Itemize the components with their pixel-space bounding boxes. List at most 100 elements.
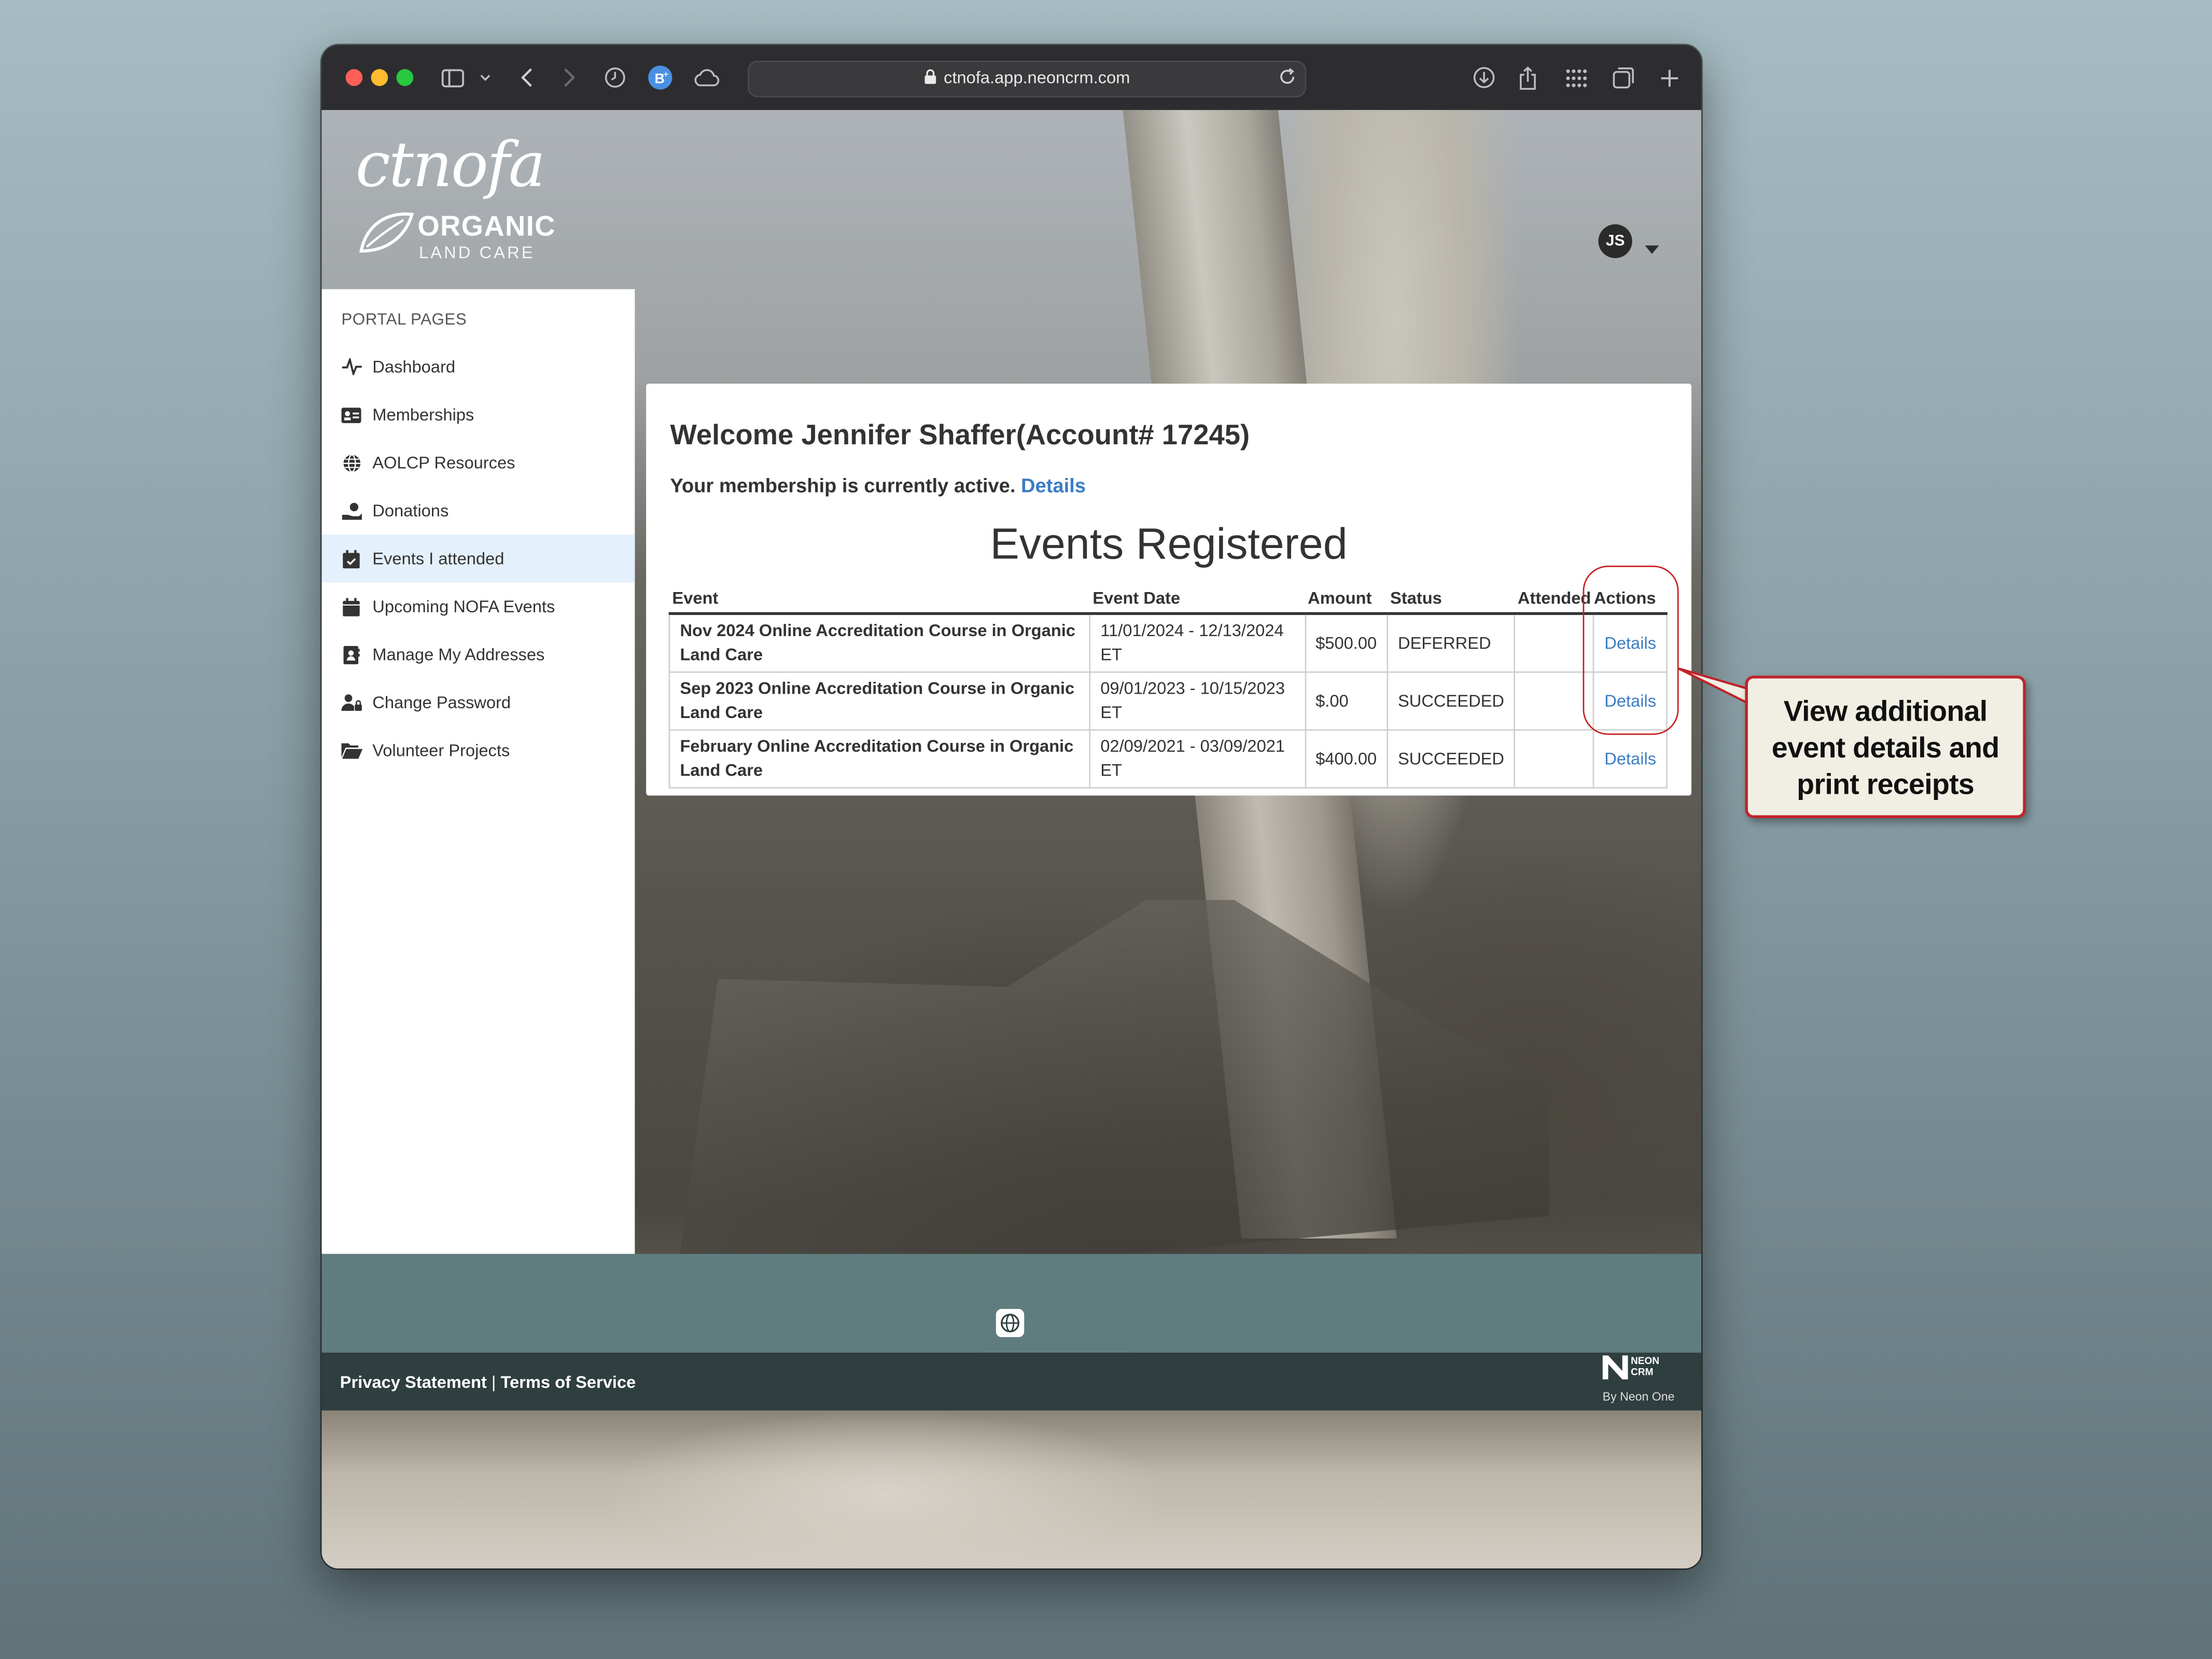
privacy-statement-link[interactable]: Privacy Statement [340,1372,487,1392]
minimize-window-button[interactable] [371,69,388,86]
membership-status: Your membership is currently active. Det… [670,474,1086,497]
logo-organic: ORGANIC [417,212,556,243]
history-icon[interactable] [603,62,628,93]
events-panel: Welcome Jennifer Shaffer(Account# 17245)… [646,384,1692,796]
welcome-heading: Welcome Jennifer Shaffer(Account# 17245) [670,420,1250,452]
address-book-icon [340,645,363,664]
sidebar-item-events-attended[interactable]: Events I attended [321,535,635,583]
column-header-amount: Amount [1305,585,1388,615]
table-row: Sep 2023 Online Accreditation Course in … [668,671,1668,731]
neon-logo-icon [1602,1355,1628,1387]
column-header-status: Status [1387,585,1515,615]
event-amount: $.00 [1304,671,1388,731]
callout-text: View additional event details and print … [1771,695,1999,802]
sidebar-item-manage-addresses[interactable]: Manage My Addresses [321,630,635,679]
sidebar-item-label: Volunteer Projects [372,740,510,761]
page-title: Events Registered [990,519,1348,569]
forward-icon[interactable] [558,62,578,93]
calendar-icon [340,597,363,616]
event-status: SUCCEEDED [1387,729,1516,789]
reload-icon[interactable] [1278,68,1296,93]
svg-text:+: + [663,69,669,80]
sidebar-item-dashboard[interactable]: Dashboard [321,343,635,391]
sidebar-item-memberships[interactable]: Memberships [321,391,635,439]
callout-box: View additional event details and print … [1745,676,2026,818]
events-table: Event Event Date Amount Status Attended … [668,585,1668,789]
page-content: ctnofa ORGANIC LAND CARE JS PORTAL PAGES… [321,110,1702,1569]
grid-icon[interactable] [1563,62,1588,93]
close-window-button[interactable] [345,69,363,86]
sidebar-item-label: AOLCP Resources [372,453,515,473]
sidebar-title: PORTAL PAGES [341,312,467,329]
event-date: 09/01/2023 - 10/15/2023 ET [1089,671,1306,731]
user-lock-icon [340,694,363,711]
logo-land-care: LAND CARE [419,242,535,263]
activity-icon [340,358,363,375]
event-attended [1514,671,1595,731]
table-row: Nov 2024 Online Accreditation Course in … [668,613,1668,673]
leaf-icon [358,209,415,264]
event-status: DEFERRED [1387,613,1516,673]
event-amount: $400.00 [1304,729,1388,789]
sidebar-item-aolcp-resources[interactable]: AOLCP Resources [321,439,635,487]
browser-window: B + ctnofa.app.neoncrm.com ctnofa ORGANI… [321,45,1702,1569]
logo-wordmark: ctnofa [355,130,545,202]
sidebar-item-change-password[interactable]: Change Password [321,679,635,727]
background-photo-bottom [321,1410,1702,1569]
site-logo[interactable]: ctnofa ORGANIC LAND CARE [353,130,555,265]
event-actions: Details [1593,729,1668,789]
url-label: ctnofa.app.neoncrm.com [943,67,1130,88]
terms-of-service-link[interactable]: Terms of Service [500,1372,636,1392]
neon-line2: CRM [1631,1368,1654,1379]
sidebar-item-label: Donations [372,500,449,521]
column-header-date: Event Date [1089,585,1305,615]
event-date: 11/01/2024 - 12/13/2024 ET [1089,613,1306,673]
download-icon[interactable] [1472,62,1497,93]
extension-icon[interactable]: B + [646,62,674,93]
sidebar-item-label: Upcoming NOFA Events [372,596,555,616]
sidebar-item-volunteer-projects[interactable]: Volunteer Projects [321,726,635,775]
membership-details-link[interactable]: Details [1021,474,1086,497]
sidebar-item-upcoming-events[interactable]: Upcoming NOFA Events [321,583,635,631]
avatar[interactable]: JS [1598,224,1632,258]
language-globe-icon[interactable] [996,1309,1025,1338]
membership-status-text: Your membership is currently active. [670,474,1016,497]
event-name: Nov 2024 Online Accreditation Course in … [668,613,1091,673]
event-attended [1514,729,1595,789]
event-name: February Online Accreditation Course in … [668,729,1091,789]
lock-icon [924,69,936,89]
caret-down-icon[interactable] [1645,235,1659,261]
sidebar-item-label: Change Password [372,692,511,712]
sidebar-item-donations[interactable]: Donations [321,487,635,535]
chevron-down-icon[interactable] [478,62,492,93]
sidebar-item-label: Manage My Addresses [372,644,545,665]
id-card-icon [340,406,363,423]
globe-icon [340,453,363,472]
cloud-icon[interactable] [691,62,722,93]
tabs-overview-icon[interactable] [1611,62,1636,93]
background-photo-blade [674,899,1549,1295]
hand-holding-icon [340,501,363,519]
back-icon[interactable] [516,62,536,93]
event-attended [1514,613,1595,673]
neon-byline: By Neon One [1602,1389,1675,1404]
sidebar-item-label: Dashboard [372,357,456,377]
footer-links: Privacy Statement | Terms of Service [340,1372,636,1392]
column-header-attended: Attended [1515,585,1594,615]
table-row: February Online Accreditation Course in … [668,729,1668,789]
sidebar-item-label: Memberships [372,404,474,425]
event-amount: $500.00 [1304,613,1388,673]
footer: Privacy Statement | Terms of Service NEO… [321,1353,1702,1411]
zoom-window-button[interactable] [396,69,414,86]
event-date: 02/09/2021 - 03/09/2021 ET [1089,729,1306,789]
table-header-row: Event Event Date Amount Status Attended … [669,585,1667,615]
event-details-link[interactable]: Details [1604,748,1656,768]
address-bar[interactable]: ctnofa.app.neoncrm.com [747,60,1307,97]
browser-toolbar: B + ctnofa.app.neoncrm.com [321,45,1702,111]
share-icon[interactable] [1517,62,1539,93]
sidebar-item-label: Events I attended [372,549,505,569]
event-status: SUCCEEDED [1387,671,1516,731]
new-tab-icon[interactable] [1658,62,1681,93]
sidebar-toggle-icon[interactable] [440,62,466,93]
portal-sidebar: PORTAL PAGES Dashboard Memberships AOLCP… [321,289,635,1254]
